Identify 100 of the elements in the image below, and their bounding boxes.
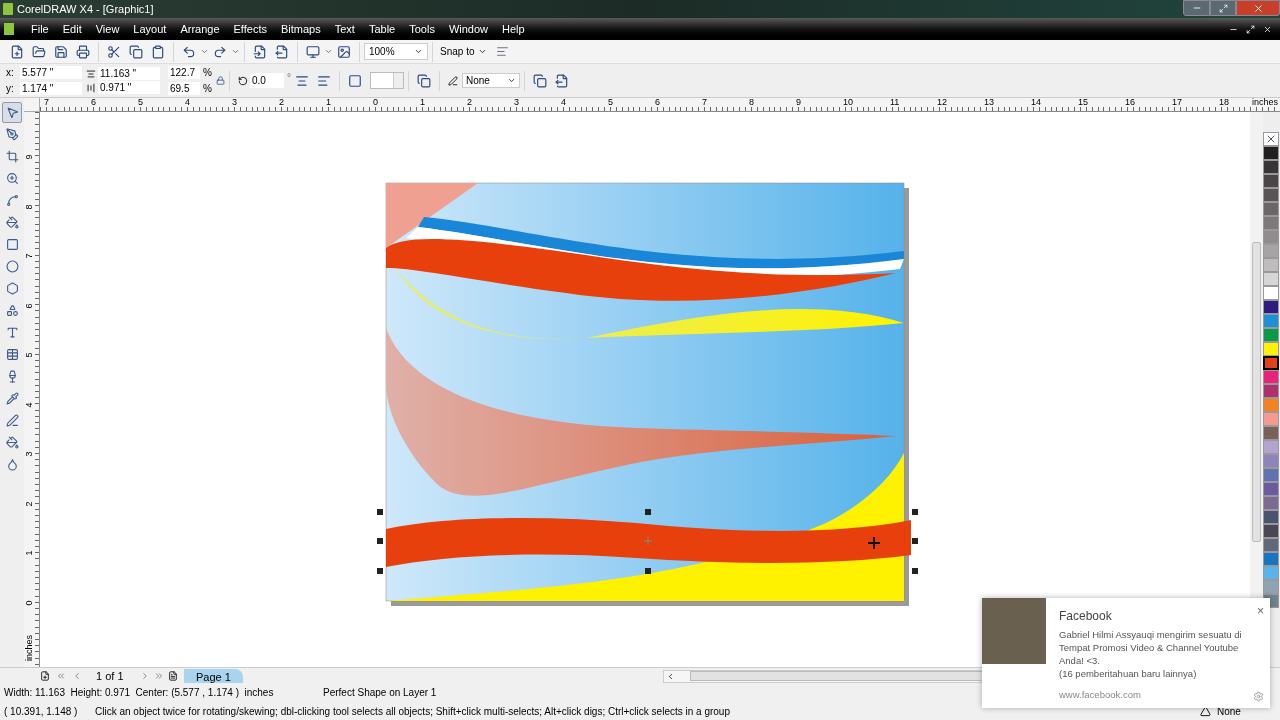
menu-item[interactable]: Effects [226, 20, 274, 38]
settings-icon[interactable] [1253, 691, 1264, 702]
color-swatch[interactable] [1263, 496, 1279, 510]
menu-item[interactable]: File [24, 20, 56, 38]
ruler-label: 10 [843, 98, 853, 107]
previous-page-icon[interactable] [72, 671, 82, 681]
snap-to-dropdown[interactable]: Snap to [437, 44, 491, 59]
color-swatch[interactable] [1263, 174, 1279, 188]
color-swatch[interactable] [1263, 440, 1279, 454]
menu-item[interactable]: Text [327, 20, 362, 38]
scale-x-field[interactable]: 122.7 [168, 66, 200, 79]
height-field[interactable]: 0.971 " [98, 81, 160, 94]
color-swatch[interactable] [1263, 300, 1279, 314]
menu-item[interactable]: Layout [126, 20, 174, 38]
add-page-after-icon[interactable] [168, 671, 178, 681]
color-swatch[interactable] [1263, 524, 1279, 538]
document-icon [4, 23, 14, 35]
caret-icon[interactable] [200, 47, 209, 56]
color-swatch[interactable] [1263, 202, 1279, 216]
scale-y-field[interactable]: 69.5 [168, 82, 200, 95]
next-page-icon[interactable] [140, 671, 150, 681]
table-icon [5, 348, 19, 361]
color-swatch[interactable] [1263, 384, 1279, 398]
color-swatch[interactable] [1263, 258, 1279, 272]
color-swatch[interactable] [1263, 412, 1279, 426]
zoom-icon [5, 172, 19, 185]
color-swatch[interactable] [1263, 468, 1279, 482]
photo-placeholder [982, 598, 1046, 664]
color-swatch[interactable] [1263, 230, 1279, 244]
color-swatch[interactable] [1263, 370, 1279, 384]
zoom-dropdown[interactable]: 100% [364, 43, 428, 60]
percent-label: % [203, 66, 212, 80]
menu-item[interactable]: Edit [55, 20, 89, 38]
color-swatch[interactable] [1263, 216, 1279, 230]
color-swatch[interactable] [1263, 426, 1279, 440]
maximize-button[interactable] [1210, 0, 1236, 16]
ruler-unit: inches [24, 635, 34, 661]
fill-bucket-icon [5, 436, 19, 449]
layer-info: Perfect Shape on Layer 1 [323, 686, 437, 700]
ruler-label: 0 [373, 98, 378, 107]
ruler-label: 13 [984, 98, 994, 107]
menu-item[interactable]: Bitmaps [273, 20, 328, 38]
caret-icon[interactable] [231, 47, 240, 56]
add-page-icon[interactable] [40, 671, 50, 681]
ruler-label: 18 [1219, 98, 1229, 107]
width-field[interactable]: 11.163 " [98, 67, 160, 80]
color-swatch[interactable] [1263, 552, 1279, 566]
ruler-label: 5 [24, 352, 34, 358]
rotation-field[interactable]: 0.0 [249, 73, 284, 88]
color-swatch[interactable] [1263, 580, 1279, 594]
restore-icon[interactable] [1246, 24, 1255, 34]
options-icon[interactable] [496, 45, 510, 58]
color-swatch[interactable] [1263, 356, 1279, 370]
close-icon[interactable] [1263, 24, 1272, 34]
tool-button[interactable] [2, 102, 22, 123]
color-swatch[interactable] [1263, 188, 1279, 202]
caret-icon[interactable] [324, 47, 333, 56]
no-color-swatch[interactable] [1263, 132, 1279, 146]
drawing-canvas[interactable] [40, 112, 1250, 667]
page-tab[interactable]: Page 1 [184, 669, 243, 683]
color-swatch[interactable] [1263, 342, 1279, 356]
menu-item[interactable]: View [88, 20, 127, 38]
color-swatch[interactable] [1263, 328, 1279, 342]
menu-item[interactable]: Table [361, 20, 403, 38]
color-swatch[interactable] [1263, 286, 1279, 300]
color-swatch[interactable] [1263, 146, 1279, 160]
redo-icon [213, 44, 227, 59]
ruler-label: 9 [796, 98, 801, 107]
color-swatch[interactable] [1263, 482, 1279, 496]
color-swatch[interactable] [1263, 272, 1279, 286]
ruler-label: 12 [937, 98, 947, 107]
wrap-icon [416, 73, 431, 88]
color-swatch[interactable] [1263, 566, 1279, 580]
color-swatch[interactable] [1263, 314, 1279, 328]
menu-item[interactable]: Tools [402, 20, 442, 38]
outline-icon [1200, 706, 1211, 717]
scrollbar-thumb[interactable] [1252, 242, 1261, 542]
color-swatch[interactable] [1263, 538, 1279, 552]
droplet-icon [5, 458, 19, 471]
ruler-label: 4 [561, 98, 566, 107]
new-file-icon [10, 44, 24, 59]
color-swatch[interactable] [1263, 398, 1279, 412]
menu-item[interactable]: Help [495, 20, 532, 38]
window-title: CorelDRAW X4 - [Graphic1] [17, 1, 154, 17]
color-swatch[interactable] [1263, 160, 1279, 174]
menu-item[interactable]: Window [441, 20, 495, 38]
menu-item[interactable]: Arrange [173, 20, 227, 38]
color-swatch[interactable] [1263, 454, 1279, 468]
outline-width-dropdown[interactable]: None [461, 73, 520, 88]
maximize-icon [1218, 3, 1228, 13]
x-position-field[interactable]: 5.577 " [20, 66, 82, 79]
close-icon [1252, 2, 1264, 14]
y-position-field[interactable]: 1.174 " [20, 82, 82, 95]
color-swatch[interactable] [1263, 244, 1279, 258]
ruler-label: 2 [467, 98, 472, 107]
color-swatch[interactable] [1263, 510, 1279, 524]
polygon-icon [5, 282, 19, 295]
lock-icon[interactable] [215, 76, 225, 85]
close-button[interactable]: × [1257, 602, 1264, 620]
minimize-button[interactable] [1183, 0, 1210, 16]
